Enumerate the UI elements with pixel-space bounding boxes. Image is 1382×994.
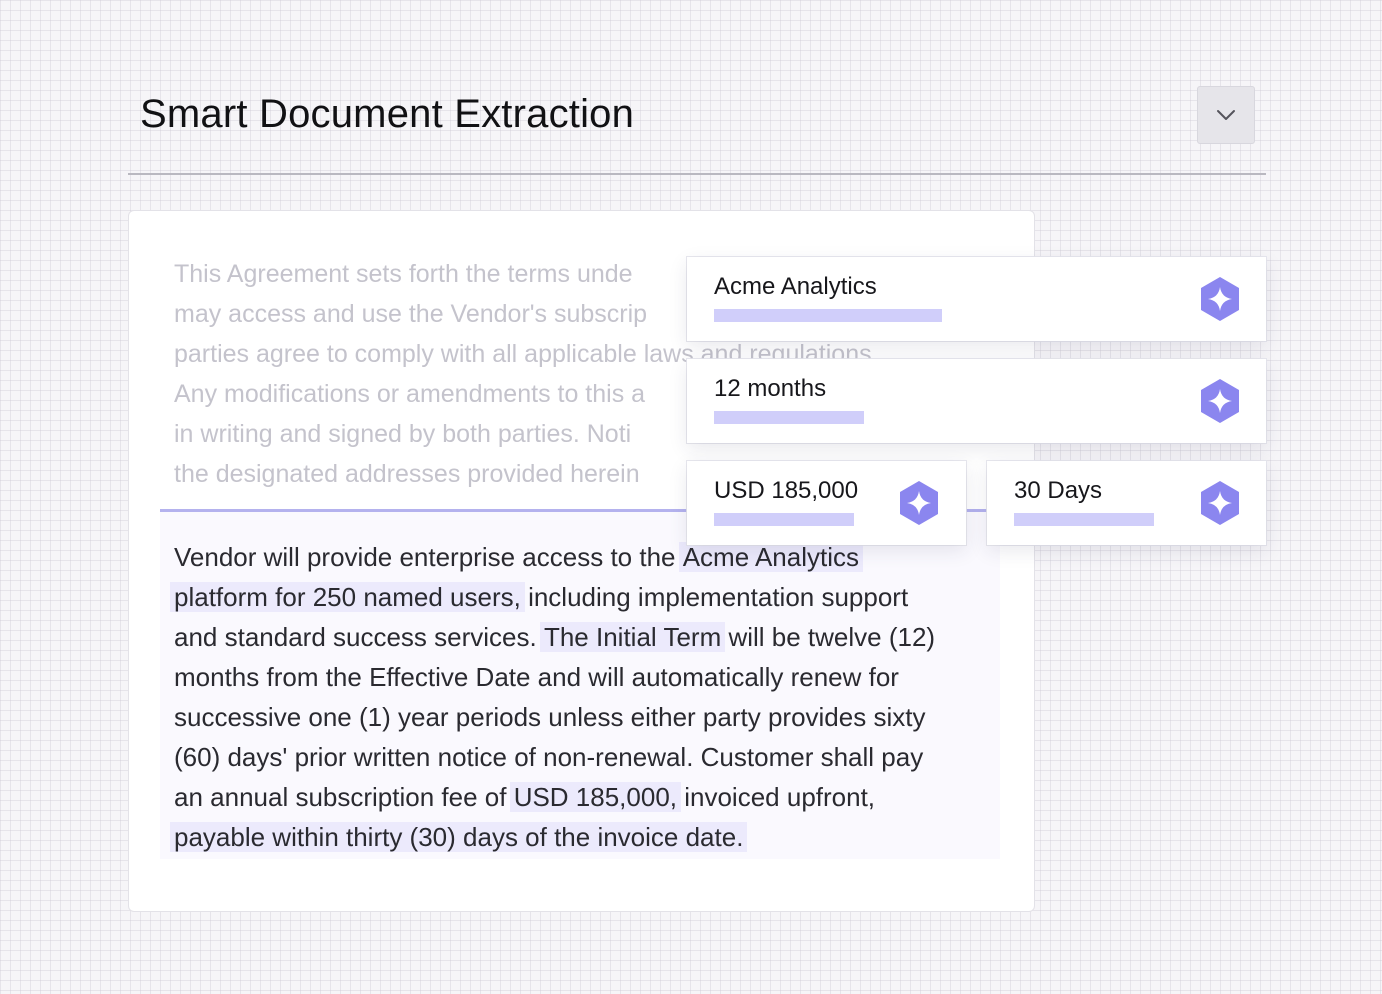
selected-clause-text: Vendor will provide enterprise access to… (170, 537, 994, 857)
clause-line: and standard success services. The Initi… (174, 622, 936, 652)
highlight-users[interactable]: platform for 250 named users, (170, 582, 525, 612)
clause-line: an annual subscription fee of USD 185,00… (174, 782, 876, 812)
clause-line: payable within thirty (30) days of the i… (170, 817, 994, 857)
field-value: Acme Analytics (714, 273, 877, 300)
field-bar (1014, 513, 1154, 526)
sparkle-icon[interactable] (1198, 479, 1242, 527)
field-card-vendor[interactable]: Acme Analytics (687, 257, 1266, 341)
clause-line: successive one (1) year periods unless e… (174, 702, 926, 732)
field-card-payment-terms[interactable]: 30 Days (987, 461, 1266, 545)
field-bar (714, 411, 864, 424)
highlight-vendor[interactable]: Acme Analytics (678, 542, 864, 572)
clause-line: platform for 250 named users, including … (170, 577, 994, 617)
clause-line: months from the Effective Date and will … (174, 662, 899, 692)
field-bar (714, 309, 942, 322)
clause-line: (60) days' prior written notice of non-r… (174, 742, 924, 772)
field-value: USD 185,000 (714, 477, 859, 504)
highlight-term[interactable]: The Initial Term (539, 622, 726, 652)
field-value: 12 months (714, 375, 827, 402)
highlight-payment[interactable]: payable within thirty (30) days of the i… (170, 822, 748, 852)
field-value: 30 Days (1014, 477, 1103, 504)
sparkle-icon[interactable] (897, 479, 941, 527)
highlight-fee[interactable]: USD 185,000, (509, 782, 682, 812)
collapse-button[interactable] (1197, 86, 1255, 144)
field-bar (714, 513, 854, 526)
field-card-term[interactable]: 12 months (687, 359, 1266, 443)
header-divider (128, 173, 1266, 175)
chevron-down-icon (1217, 110, 1235, 120)
field-card-fee[interactable]: USD 185,000 (687, 461, 966, 545)
page-title: Smart Document Extraction (140, 92, 635, 136)
sparkle-icon[interactable] (1198, 275, 1242, 323)
sparkle-icon[interactable] (1198, 377, 1242, 425)
